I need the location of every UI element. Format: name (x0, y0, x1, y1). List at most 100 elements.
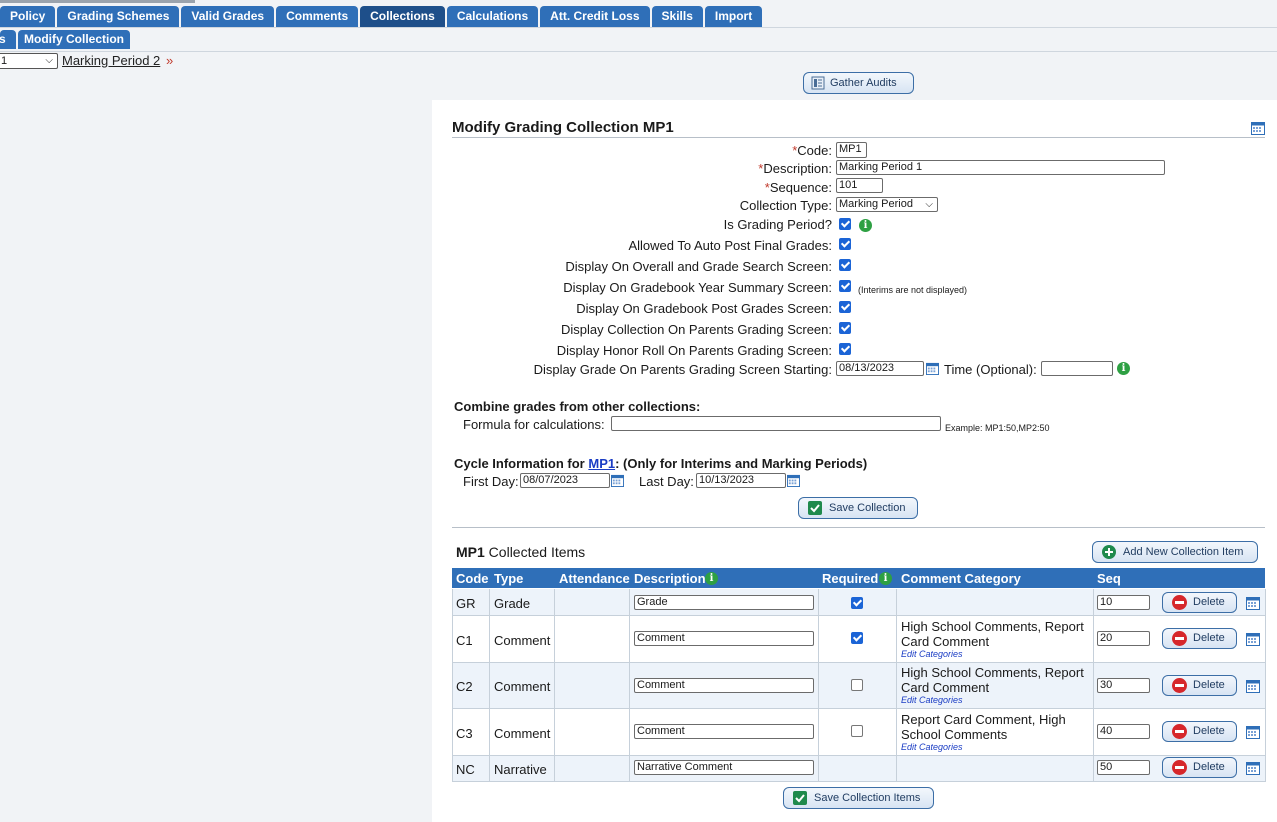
post-grades-checkbox[interactable] (839, 301, 851, 313)
calendar-icon[interactable] (1246, 632, 1260, 646)
formula-field[interactable] (611, 416, 941, 431)
delete-button[interactable]: Delete (1162, 721, 1237, 742)
row-seq-field[interactable]: 20 (1097, 631, 1150, 646)
calendar-icon[interactable] (1251, 121, 1265, 135)
check-icon (808, 501, 822, 515)
parents-grading-checkbox[interactable] (839, 322, 851, 334)
tab-grading-schemes[interactable]: Grading Schemes (57, 6, 180, 27)
delete-button[interactable]: Delete (1162, 757, 1237, 778)
next-period-link[interactable]: Marking Period 2 (62, 53, 160, 68)
tab-skills[interactable]: Skills (651, 6, 703, 27)
column-divider (1093, 589, 1094, 782)
auto-post-checkbox[interactable] (839, 238, 851, 250)
calendar-icon[interactable] (611, 474, 624, 487)
row-description-field[interactable]: Comment (634, 678, 814, 693)
row-required-checkbox[interactable] (851, 679, 863, 691)
description-field[interactable]: Marking Period 1 (836, 160, 1165, 175)
top-divider (0, 0, 195, 3)
header-comment-category: Comment Category (901, 571, 1021, 586)
info-icon[interactable]: i (879, 572, 892, 585)
row-category-line1: High School Comments, Report (901, 665, 1084, 680)
tab-comments[interactable]: Comments (276, 6, 359, 27)
calendar-icon[interactable] (787, 474, 800, 487)
add-item-button[interactable]: Add New Collection Item (1092, 541, 1258, 563)
save-items-label: Save Collection Items (814, 792, 921, 804)
sub-tabs: s Modify Collection (0, 30, 130, 49)
calendar-icon[interactable] (1246, 725, 1260, 739)
calendar-icon[interactable] (1246, 679, 1260, 693)
header-code: Code (456, 571, 489, 586)
description-label: *Description: (758, 161, 832, 176)
row-required-checkbox[interactable] (851, 632, 863, 644)
tab-collections[interactable]: Collections (360, 6, 445, 27)
info-icon[interactable]: i (1117, 362, 1130, 375)
header-type: Type (494, 571, 524, 586)
honor-roll-checkbox[interactable] (839, 343, 851, 355)
column-divider (896, 589, 897, 782)
row-type: Grade (494, 596, 531, 611)
cycle-link[interactable]: MP1 (588, 456, 615, 471)
calendar-icon[interactable] (1246, 761, 1260, 775)
row-type: Narrative (494, 762, 547, 777)
starting-date-label: Display Grade On Parents Grading Screen … (533, 362, 832, 377)
gather-audits-label: Gather Audits (830, 77, 897, 89)
save-items-button[interactable]: Save Collection Items (783, 787, 934, 809)
row-seq-field[interactable]: 30 (1097, 678, 1150, 693)
formula-label: Formula for calculations: (463, 417, 605, 432)
row-required-checkbox[interactable] (851, 725, 863, 737)
row-description-field[interactable]: Comment (634, 631, 814, 646)
column-divider (1265, 589, 1266, 782)
sequence-field[interactable]: 101 (836, 178, 883, 193)
calendar-icon[interactable] (1246, 596, 1260, 610)
is-grading-period-checkbox[interactable] (839, 218, 851, 230)
edit-categories-link[interactable]: Edit Categories (901, 649, 963, 659)
save-collection-button[interactable]: Save Collection (798, 497, 918, 519)
time-field[interactable] (1041, 361, 1113, 376)
marking-period-select[interactable]: 1 ⌵ (0, 53, 58, 69)
tab-import[interactable]: Import (704, 6, 763, 27)
honor-roll-label: Display Honor Roll On Parents Grading Sc… (556, 343, 832, 358)
edit-categories-link[interactable]: Edit Categories (901, 695, 963, 705)
delete-button[interactable]: Delete (1162, 592, 1237, 613)
section-divider (452, 527, 1265, 528)
tab-valid-grades[interactable]: Valid Grades (181, 6, 275, 27)
row-required-checkbox[interactable] (851, 597, 863, 609)
code-field[interactable]: MP1 (836, 142, 867, 158)
row-seq-field[interactable]: 40 (1097, 724, 1150, 739)
calendar-icon[interactable] (926, 362, 939, 375)
header-seq: Seq (1097, 571, 1121, 586)
column-divider (489, 589, 490, 782)
first-day-field[interactable]: 08/07/2023 (520, 473, 610, 488)
cycle-title: Cycle Information for MP1: (Only for Int… (454, 456, 868, 471)
last-day-field[interactable]: 10/13/2023 (696, 473, 786, 488)
gather-audits-button[interactable]: Gather Audits (803, 72, 914, 94)
row-description-field[interactable]: Grade (634, 595, 814, 610)
subtab-modify-collection[interactable]: Modify Collection (18, 30, 130, 49)
tab-calculations[interactable]: Calculations (446, 6, 539, 27)
info-icon[interactable]: i (705, 572, 718, 585)
subtab-partial[interactable]: s (0, 30, 16, 49)
overall-search-checkbox[interactable] (839, 259, 851, 271)
next-arrow-icon[interactable]: » (166, 53, 173, 68)
delete-button[interactable]: Delete (1162, 628, 1237, 649)
row-category-line2: Card Comment (901, 634, 990, 649)
tab-att-credit-loss[interactable]: Att. Credit Loss (540, 6, 650, 27)
minus-circle-icon (1172, 595, 1187, 610)
post-grades-label: Display On Gradebook Post Grades Screen: (576, 301, 832, 316)
header-description: Description (634, 571, 706, 586)
collection-type-select[interactable]: Marking Period ⌵ (836, 197, 938, 212)
row-type: Comment (494, 679, 551, 694)
starting-date-field[interactable]: 08/13/2023 (836, 361, 924, 376)
minus-circle-icon (1172, 631, 1187, 646)
edit-categories-link[interactable]: Edit Categories (901, 742, 963, 752)
tab-policy[interactable]: Policy (0, 6, 56, 27)
tab-divider (0, 27, 1277, 28)
info-icon[interactable]: i (859, 219, 872, 232)
row-description-field[interactable]: Narrative Comment (634, 760, 814, 775)
year-summary-checkbox[interactable] (839, 280, 851, 292)
first-day-label: First Day: (463, 474, 519, 489)
row-seq-field[interactable]: 10 (1097, 595, 1150, 610)
delete-button[interactable]: Delete (1162, 675, 1237, 696)
row-description-field[interactable]: Comment (634, 724, 814, 739)
row-seq-field[interactable]: 50 (1097, 760, 1150, 775)
